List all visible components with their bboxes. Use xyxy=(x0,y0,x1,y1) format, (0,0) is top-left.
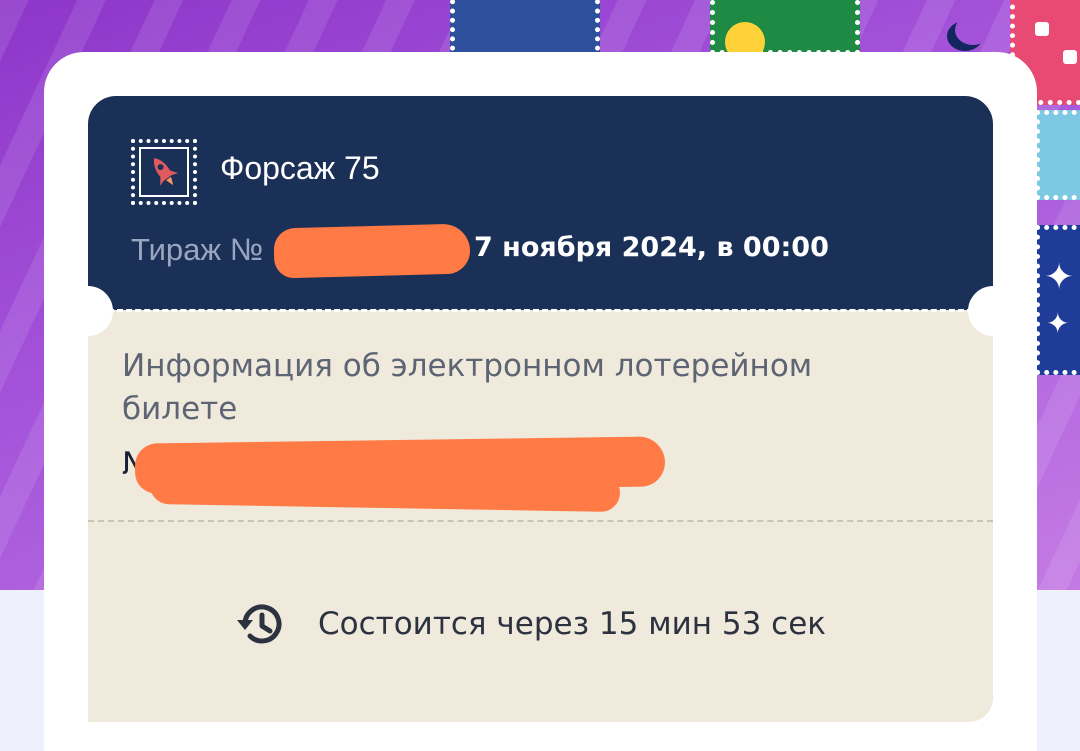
redaction-mark xyxy=(273,223,471,279)
countdown-text: Состоится через 15 мин 53 сек xyxy=(318,606,827,642)
screen: ✦ ✦ Форсаж 75 Тираж № 7 ноября 2024, в 0… xyxy=(0,0,1080,751)
ticket-notch-right xyxy=(968,286,1018,336)
game-title: Форсаж 75 xyxy=(220,150,380,186)
draw-countdown: Состоится через 15 мин 53 сек xyxy=(233,596,826,652)
ticket-divider xyxy=(88,520,993,522)
draw-number-label: Тираж № xyxy=(131,232,263,267)
rocket-icon xyxy=(131,139,197,205)
decorative-stamp-stars: ✦ ✦ xyxy=(1035,225,1080,375)
ticket-notch-left xyxy=(63,286,113,336)
decorative-stamp-sky xyxy=(1035,110,1080,200)
history-clock-icon xyxy=(237,604,282,644)
ticket-perforation xyxy=(108,309,973,312)
decorative-stamp-moon xyxy=(450,0,600,60)
draw-info: Тираж № xyxy=(131,228,263,272)
ticket-header xyxy=(88,96,993,310)
ticket-info-heading: Информация об электронном лотерейном бил… xyxy=(122,348,813,427)
draw-datetime: 7 ноября 2024, в 00:00 xyxy=(474,232,829,263)
